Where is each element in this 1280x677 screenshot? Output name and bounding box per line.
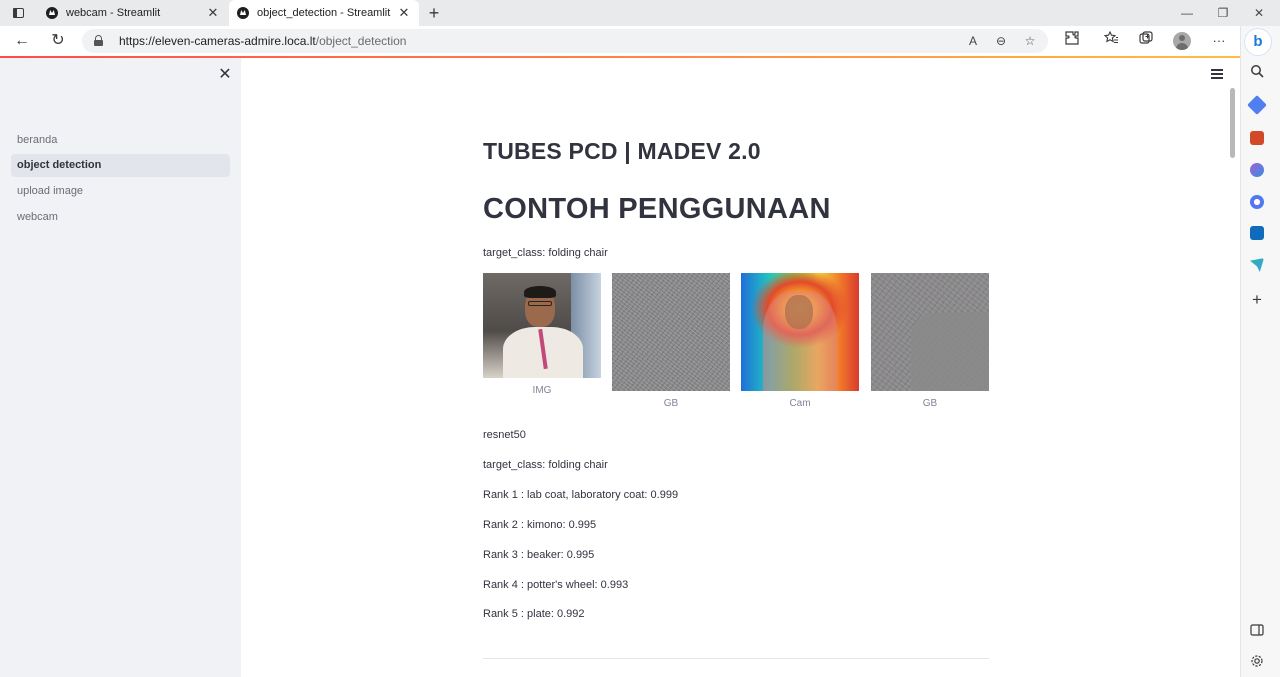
tools-briefcase-icon[interactable]: [1250, 131, 1264, 145]
favorites-icon[interactable]: [1101, 30, 1121, 51]
sidebar-close-icon[interactable]: ✕: [216, 66, 234, 84]
page-title: CONTOH PENGGUNAAN: [483, 193, 831, 225]
app-sidebar: ✕ beranda object detection upload image …: [0, 58, 241, 677]
streamlit-favicon-icon: [237, 7, 249, 19]
extensions-icon[interactable]: [1062, 31, 1082, 51]
rank-item: Rank 2 : kimono: 0.995: [483, 519, 597, 531]
address-bar[interactable]: https://eleven-cameras-admire.loca.lt/ob…: [82, 29, 1048, 53]
tab-actions-icon[interactable]: [10, 5, 28, 21]
rank-item: Rank 1 : lab coat, laboratory coat: 0.99…: [483, 489, 679, 501]
tab-title: webcam - Streamlit: [66, 7, 161, 19]
streamlit-favicon-icon: [46, 7, 58, 19]
tab-object-detection[interactable]: object_detection - Streamlit ✕: [229, 0, 419, 26]
settings-gear-icon[interactable]: [1248, 654, 1266, 672]
outlook-icon[interactable]: [1250, 226, 1264, 240]
new-tab-button[interactable]: +: [424, 3, 444, 23]
microsoft-365-icon[interactable]: [1250, 195, 1264, 209]
lock-icon[interactable]: [94, 35, 103, 46]
model-name-text: resnet50: [483, 429, 526, 441]
bing-chat-button[interactable]: b: [1244, 28, 1272, 56]
sidebar-item-webcam[interactable]: webcam: [11, 206, 230, 229]
image-caption: GB: [922, 398, 938, 409]
search-icon[interactable]: [1248, 64, 1266, 82]
cam-heatmap-image: [741, 273, 859, 391]
read-aloud-icon[interactable]: A: [964, 32, 982, 50]
rank-item: Rank 3 : beaker: 0.995: [483, 549, 595, 561]
image-guided-backprop: GB: [612, 273, 730, 409]
hide-sidebar-icon[interactable]: [1248, 622, 1266, 640]
gradient-map-image: [612, 273, 730, 391]
image-caption: Cam: [789, 398, 811, 409]
url-host: https://eleven-cameras-admire.loca.lt: [119, 34, 316, 48]
more-menu-icon[interactable]: ···: [1209, 31, 1229, 51]
minimize-button[interactable]: —: [1177, 3, 1197, 23]
zoom-out-icon[interactable]: ⊖: [992, 32, 1010, 50]
back-arrow-icon[interactable]: ←: [11, 30, 33, 52]
image-caption: IMG: [532, 385, 552, 396]
rank-item: Rank 5 : plate: 0.992: [483, 608, 585, 620]
url-text[interactable]: https://eleven-cameras-admire.loca.lt/ob…: [119, 34, 406, 48]
gradient-map-image: [871, 273, 989, 391]
sidebar-item-beranda[interactable]: beranda: [11, 129, 230, 152]
image-guided-gradcam: GB: [871, 273, 989, 409]
bing-logo-icon: b: [1253, 33, 1263, 50]
main-menu-icon[interactable]: [1211, 69, 1223, 79]
profile-avatar[interactable]: [1173, 32, 1191, 50]
image-original: IMG: [483, 273, 601, 396]
tab-title: object_detection - Streamlit: [257, 7, 391, 19]
edge-sidebar: [1240, 26, 1280, 677]
add-sidebar-app-icon[interactable]: +: [1248, 291, 1266, 309]
tab-close-icon[interactable]: ✕: [204, 5, 222, 21]
add-favorite-icon[interactable]: ☆: [1021, 32, 1039, 50]
rank-item: Rank 4 : potter's wheel: 0.993: [483, 579, 629, 591]
tab-webcam[interactable]: webcam - Streamlit ✕: [38, 0, 228, 26]
horizontal-divider: [483, 658, 989, 659]
scrollbar-thumb[interactable]: [1230, 88, 1235, 158]
page-subtitle: TUBES PCD | MADEV 2.0: [483, 138, 761, 164]
window-close-button[interactable]: ✕: [1249, 3, 1269, 23]
tab-close-icon[interactable]: ✕: [395, 5, 413, 21]
tab-strip: webcam - Streamlit ✕ object_detection - …: [0, 0, 1280, 26]
original-photo: [483, 273, 601, 378]
games-icon[interactable]: [1250, 163, 1264, 177]
collections-icon[interactable]: [1136, 31, 1156, 51]
reload-icon[interactable]: ↻: [47, 30, 69, 52]
url-path: /object_detection: [315, 34, 407, 48]
sidebar-item-upload-image[interactable]: upload image: [11, 180, 230, 203]
image-cam: Cam: [741, 273, 859, 409]
restore-button[interactable]: ❐: [1213, 3, 1233, 23]
sidebar-item-object-detection[interactable]: object detection: [11, 154, 230, 177]
image-caption: GB: [663, 398, 679, 409]
target-class-text: target_class: folding chair: [483, 459, 608, 471]
browser-toolbar: ← ↻ https://eleven-cameras-admire.loca.l…: [0, 26, 1240, 56]
target-class-text: target_class: folding chair: [483, 247, 608, 259]
